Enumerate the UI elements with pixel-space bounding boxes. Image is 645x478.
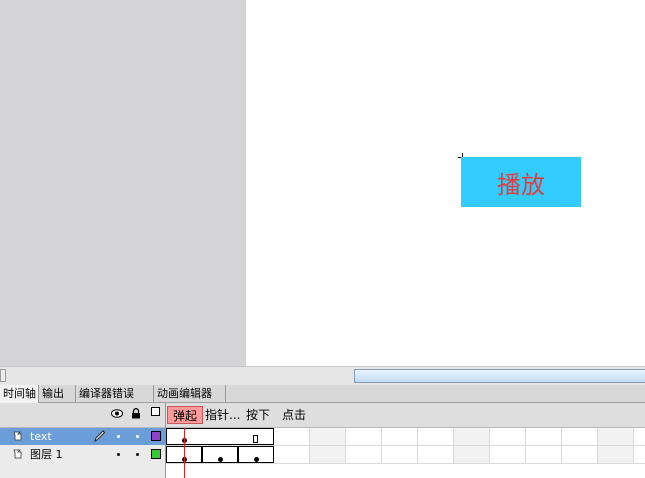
frames-grid[interactable] xyxy=(166,428,645,478)
layer-outline-color[interactable] xyxy=(151,431,161,441)
lock-icon[interactable] xyxy=(131,408,141,419)
lock-dot[interactable] xyxy=(136,453,139,456)
frame-cell xyxy=(454,428,490,464)
frame-label-over[interactable]: 指针... xyxy=(205,406,240,424)
tab-compiler-errors[interactable]: 编译器错误 xyxy=(76,385,154,403)
stage-horizontal-scrollbar[interactable] xyxy=(0,366,645,385)
frame-cell xyxy=(526,428,562,464)
end-frame-marker[interactable] xyxy=(253,435,258,443)
tab-motion-editor[interactable]: 动画编辑器 xyxy=(154,385,226,403)
layer-name: 图层 1 xyxy=(30,448,63,461)
scrollbar-thumb[interactable] xyxy=(354,369,645,383)
keyframe-dot[interactable] xyxy=(254,457,259,462)
frame-cell xyxy=(418,428,454,464)
layer-icon xyxy=(13,431,22,441)
timeline-header xyxy=(0,403,645,428)
lock-dot[interactable] xyxy=(136,435,139,438)
keyframe-dot[interactable] xyxy=(218,457,223,462)
frame-cell xyxy=(274,428,310,464)
pasteboard xyxy=(0,0,246,366)
frame-cell xyxy=(382,428,418,464)
stage[interactable] xyxy=(246,0,645,366)
scroll-left-cap[interactable] xyxy=(0,369,6,382)
layer-list: text 图层 1 xyxy=(0,428,165,478)
frame-label-down[interactable]: 按下 xyxy=(246,406,270,424)
frame-cell xyxy=(598,428,634,464)
visibility-dot[interactable] xyxy=(117,435,120,438)
panel-tabs: 时间轴 输出 编译器错误 动画编辑器 xyxy=(0,385,645,403)
eye-icon[interactable] xyxy=(111,409,123,418)
frame-cell xyxy=(562,428,598,464)
playhead[interactable] xyxy=(184,428,185,478)
pencil-icon xyxy=(94,430,106,443)
tab-timeline[interactable]: 时间轴 xyxy=(0,385,39,403)
frame-label-up[interactable]: 弹起 xyxy=(167,406,203,424)
play-button-symbol[interactable]: 播放 xyxy=(461,157,581,207)
outline-icon[interactable] xyxy=(151,407,160,416)
layer-outline-color[interactable] xyxy=(151,449,161,459)
frame-row-divider xyxy=(166,463,645,464)
tab-output[interactable]: 输出 xyxy=(39,385,76,403)
visibility-dot[interactable] xyxy=(117,453,120,456)
layer-row-layer1[interactable]: 图层 1 xyxy=(0,446,165,463)
frame-cell xyxy=(490,428,526,464)
layer-icon xyxy=(13,449,22,459)
layer-name: text xyxy=(30,430,52,443)
frame-cell xyxy=(310,428,346,464)
frame-label-hit[interactable]: 点击 xyxy=(282,406,306,424)
layer-row-text[interactable]: text xyxy=(0,428,165,445)
frame-cell xyxy=(346,428,382,464)
